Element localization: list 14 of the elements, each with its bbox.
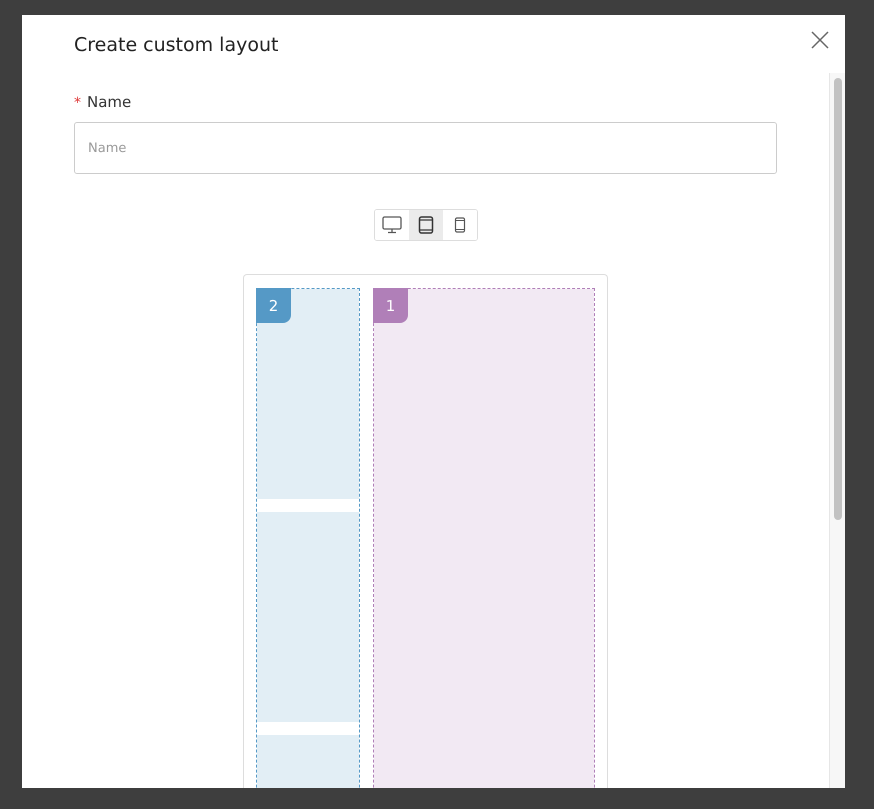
- required-marker: *: [74, 95, 81, 111]
- region-number: 1: [373, 288, 408, 323]
- dialog-title: Create custom layout: [74, 34, 278, 56]
- scrollbar[interactable]: [829, 73, 845, 788]
- monitor-icon: [382, 216, 402, 234]
- phone-icon: [454, 217, 466, 233]
- close-icon[interactable]: [811, 31, 829, 49]
- layout-region[interactable]: 2: [256, 288, 360, 788]
- region-number: 2: [256, 288, 291, 323]
- layout-region[interactable]: 1: [373, 288, 595, 788]
- tablet-icon: [418, 216, 434, 234]
- device-button[interactable]: [408, 210, 442, 240]
- name-input-field[interactable]: Name: [74, 122, 777, 174]
- field-label: Name: [87, 93, 132, 111]
